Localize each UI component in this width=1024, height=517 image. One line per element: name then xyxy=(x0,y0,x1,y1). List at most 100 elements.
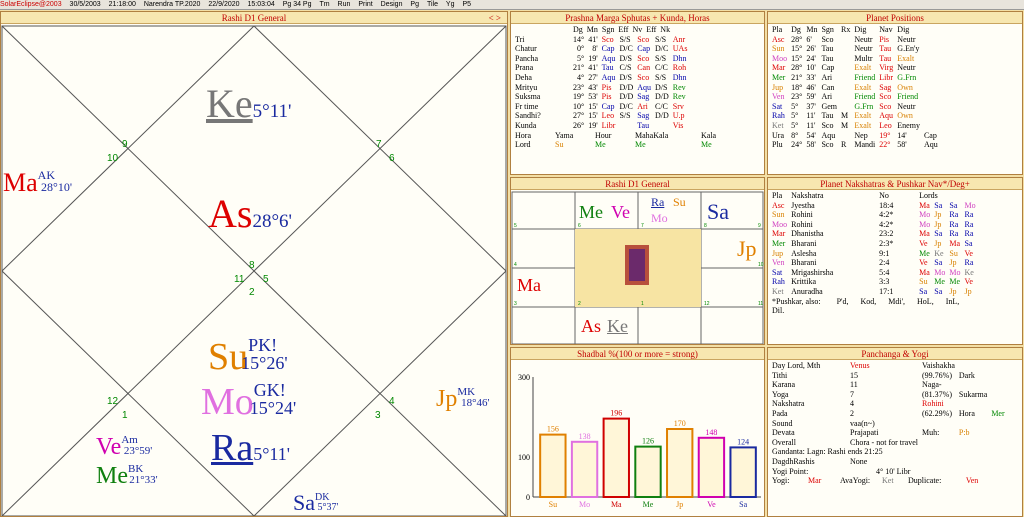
bar-ve[interactable] xyxy=(697,436,726,499)
table-cell: Sco xyxy=(821,34,834,44)
toolbar-item[interactable]: Tile xyxy=(427,0,438,9)
table-cell: Dark xyxy=(958,370,975,380)
toolbar-item[interactable]: Run xyxy=(338,0,351,9)
planet-jp[interactable]: JpMK18°46' xyxy=(436,386,489,413)
table-cell: Tau xyxy=(879,44,892,54)
table-cell xyxy=(839,54,852,64)
toolbar-item[interactable]: 21:18:00 xyxy=(109,0,136,9)
table-cell: Sa xyxy=(919,286,928,296)
table-cell: Ven xyxy=(772,258,785,268)
shadbal-panel: Shadbal %(100 or more = strong) 300 100 0 1… xyxy=(510,347,765,517)
header-cell: Sgn xyxy=(821,25,834,34)
pushkar-item: *Pushkar, also: xyxy=(772,296,821,306)
small-planet-as[interactable]: As xyxy=(581,316,601,337)
rashi-nav-arrows[interactable]: < > xyxy=(489,12,501,24)
planet-su[interactable]: SuPK!15°26' xyxy=(208,335,288,379)
bar-jp[interactable] xyxy=(666,428,694,498)
dagdha-label: DagdhRashis xyxy=(772,456,815,466)
table-cell: Ari xyxy=(821,72,833,82)
table-cell: S/S xyxy=(655,53,667,63)
house-number: 5 xyxy=(514,223,517,229)
table-cell: Pis xyxy=(879,34,890,44)
bar-ma[interactable] xyxy=(602,417,630,498)
planet-mo[interactable]: MoGK!15°24' xyxy=(201,380,296,424)
yogi-value: Mar xyxy=(808,476,822,486)
table-cell: Jp xyxy=(934,210,942,220)
toolbar-item[interactable]: 15:03:04 xyxy=(247,0,274,9)
bar-me[interactable] xyxy=(634,445,662,498)
table-cell: Mo xyxy=(919,210,931,220)
planet-sa[interactable]: SaDK5°37' xyxy=(293,490,338,516)
planet-ma[interactable]: MaAK28°10' xyxy=(3,168,72,198)
lord-cell: Me xyxy=(701,140,712,150)
small-planet-ve[interactable]: Ve xyxy=(611,202,630,223)
table-cell: Exalt xyxy=(897,53,915,63)
table-cell: Fr time xyxy=(515,101,539,111)
hora-row: Hora Yama Hour MahaKala Kala xyxy=(513,131,718,141)
table-cell: M xyxy=(841,120,849,130)
small-planet-ra[interactable]: Ra xyxy=(651,195,664,210)
table-cell: 37' xyxy=(806,101,816,111)
x-tick-label: Me xyxy=(643,500,654,509)
small-planet-sa[interactable]: Sa xyxy=(707,199,729,225)
table-cell: 5° xyxy=(577,53,585,63)
toolbar-item[interactable]: 22/9/2020 xyxy=(208,0,239,9)
table-cell: Krittika xyxy=(791,277,817,287)
planet-degree: 21°33' xyxy=(129,474,158,486)
house-number: 10 xyxy=(107,153,119,164)
toolbar-item[interactable]: Pg xyxy=(410,0,419,9)
table-cell: (62.29%) xyxy=(921,408,952,418)
table-cell: Jup xyxy=(772,248,784,258)
table-cell: 18° xyxy=(791,82,803,92)
small-planet-jp[interactable]: Jp xyxy=(737,236,757,262)
planet-ra[interactable]: Ra5°11' xyxy=(211,426,290,470)
lord-row: Lord Su Me Me Me xyxy=(513,140,718,150)
small-planet-ke[interactable]: Ke xyxy=(607,316,628,337)
header-cell: Mn xyxy=(806,25,818,34)
table-cell: Mandi xyxy=(854,140,876,150)
planet-ke[interactable]: Ke5°11' xyxy=(206,80,291,127)
small-planet-me[interactable]: Me xyxy=(579,202,603,223)
toolbar-item[interactable]: 30/5/2003 xyxy=(70,0,101,9)
bar-sa[interactable] xyxy=(729,446,757,498)
table-cell: Mar xyxy=(772,229,786,239)
small-planet-mo[interactable]: Mo xyxy=(651,211,668,226)
toolbar-item[interactable]: Tm xyxy=(319,0,329,9)
table-row: Sun 15° 26' Tau Neutr Tau G.En'y xyxy=(770,44,940,54)
table-cell: Exalt xyxy=(854,120,872,130)
table-cell: 22° xyxy=(879,140,891,150)
small-planet-su[interactable]: Su xyxy=(673,195,686,210)
table-cell: Ura xyxy=(772,130,784,140)
table-cell: Exalt xyxy=(854,82,872,92)
header-cell xyxy=(513,25,571,35)
table-cell: Prajapati xyxy=(850,428,879,438)
table-cell: Ma xyxy=(919,229,930,239)
table-cell: Moo xyxy=(772,53,788,63)
bar-mo[interactable] xyxy=(570,440,599,499)
table-cell xyxy=(920,419,957,429)
table-cell: 18:4 xyxy=(879,200,894,210)
toolbar-item[interactable]: SolarEclipse@2003 xyxy=(0,0,62,9)
toolbar-item[interactable]: Narendra TP.2020 xyxy=(144,0,201,9)
toolbar-item[interactable]: Print xyxy=(358,0,372,9)
pushkar-item: Mdi', xyxy=(888,296,906,306)
toolbar-item[interactable]: Design xyxy=(381,0,403,9)
small-planet-ma[interactable]: Ma xyxy=(517,275,541,296)
table-cell: Sandhi? xyxy=(515,111,541,121)
planet-ve[interactable]: VeAm23°59' xyxy=(96,434,152,461)
table-cell: Mo xyxy=(919,219,931,229)
table-cell: Sco xyxy=(637,72,650,82)
planet-abbr: Mo xyxy=(201,381,254,423)
table-cell: Ket xyxy=(772,120,784,130)
table-cell: vaa(n~) xyxy=(850,418,875,428)
toolbar-item[interactable]: Yg xyxy=(446,0,455,9)
toolbar-item[interactable]: P5 xyxy=(462,0,471,9)
bar-su[interactable] xyxy=(539,433,567,498)
planet-as[interactable]: As28°6' xyxy=(208,190,292,237)
table-cell: Aqu xyxy=(601,53,616,63)
toolbar-item[interactable]: Pg 34 Pg xyxy=(283,0,312,9)
bar-value-label: 148 xyxy=(705,428,717,437)
table-row: Moo Rohini 4:2* Mo Jp Ra Ra xyxy=(770,220,978,230)
table-cell: Mrigashirsha xyxy=(791,267,834,277)
planet-me[interactable]: MeBK21°33' xyxy=(96,463,158,490)
